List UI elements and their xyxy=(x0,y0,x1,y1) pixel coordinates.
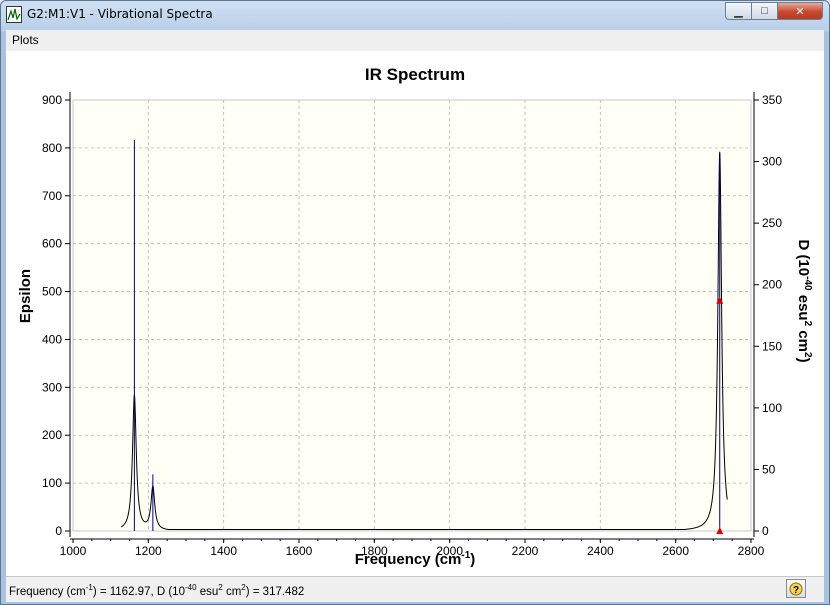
menu-plots[interactable]: Plots xyxy=(12,33,39,47)
x-tick-label: 2400 xyxy=(587,544,614,558)
title-bar[interactable]: G2:M1:V1 - Vibrational Spectra ▁ □ ✕ xyxy=(1,1,829,29)
y-tick-label: 600 xyxy=(42,237,62,251)
y2-tick-label: 50 xyxy=(762,462,776,476)
plot-area[interactable]: IR Spectrum 1000 1200 1400 1600 1800 2000 2200… xyxy=(6,51,824,576)
y2-tick-label: 0 xyxy=(762,524,769,538)
ir-spectrum-chart[interactable]: IR Spectrum 1000 1200 1400 1600 1800 2000 2200… xyxy=(6,51,824,576)
x-tick-label: 2600 xyxy=(662,544,689,558)
plot-background xyxy=(72,99,752,532)
x-tick-label: 1200 xyxy=(135,544,162,558)
menu-bar: Plots xyxy=(6,30,824,50)
y2-tick-label: 200 xyxy=(762,278,782,292)
y-tick-label: 300 xyxy=(42,380,62,394)
y-tick-label: 400 xyxy=(42,332,62,346)
spectrum-app-icon xyxy=(6,6,22,23)
y2-tick-label: 250 xyxy=(762,216,782,230)
maximize-button[interactable]: □ xyxy=(752,2,778,20)
y2-tick-label: 350 xyxy=(762,93,782,107)
y2-axis-label: D (10-40 esu2 cm2) xyxy=(795,239,813,362)
x-tick-label: 1400 xyxy=(210,544,237,558)
y-tick-label: 500 xyxy=(42,285,62,299)
y-tick-label: 700 xyxy=(42,189,62,203)
y-tick-label: 800 xyxy=(42,141,62,155)
y-tick-label: 900 xyxy=(42,93,62,107)
y2-tick-label: 150 xyxy=(762,339,782,353)
help-icon: ? xyxy=(789,582,803,596)
chart-title: IR Spectrum xyxy=(365,65,465,84)
svg-text:?: ? xyxy=(793,585,799,596)
x-tick-label: 2200 xyxy=(512,544,539,558)
x-tick-label: 1000 xyxy=(60,544,87,558)
y-tick-label: 100 xyxy=(42,476,62,490)
help-button[interactable]: ? xyxy=(786,579,806,598)
client-area: Plots IR Spectrum 1000 1200 1400 1600 1800 20… xyxy=(6,30,824,602)
x-axis-label: Frequency (cm-1) xyxy=(355,550,476,568)
y-tick-label: 200 xyxy=(42,428,62,442)
y-tick-label: 0 xyxy=(55,524,62,538)
y2-tick-label: 300 xyxy=(762,155,782,169)
status-bar: Frequency (cm-1) = 1162.97, D (10-40 esu… xyxy=(6,576,824,602)
close-button[interactable]: ✕ xyxy=(778,2,823,20)
window-title: G2:M1:V1 - Vibrational Spectra xyxy=(27,7,213,21)
x-tick-label: 1600 xyxy=(286,544,313,558)
status-text: Frequency (cm-1) = 1162.97, D (10-40 esu… xyxy=(9,583,305,598)
y2-tick-label: 100 xyxy=(762,401,782,415)
minimize-button[interactable]: ▁ xyxy=(725,2,752,20)
x-tick-label: 2800 xyxy=(738,544,765,558)
y-axis-label: Epsilon xyxy=(17,269,34,323)
app-window: G2:M1:V1 - Vibrational Spectra ▁ □ ✕ Plo… xyxy=(0,0,830,605)
